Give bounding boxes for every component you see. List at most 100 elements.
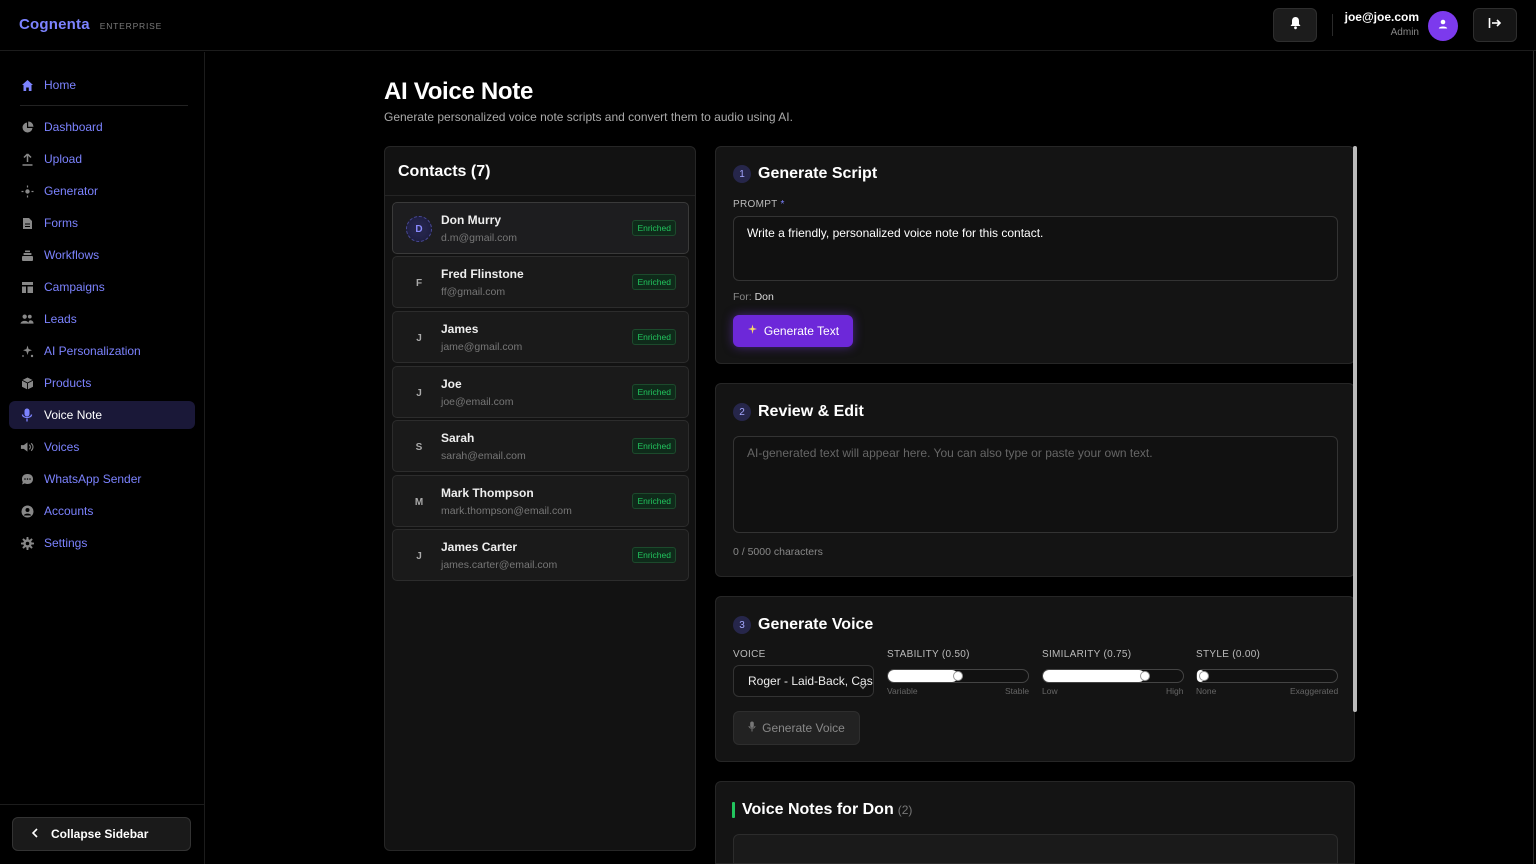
sidebar-item-label: Accounts — [44, 504, 94, 518]
microphone-icon — [20, 408, 34, 422]
contact-item[interactable]: S Sarah sarah@email.com Enriched — [392, 420, 689, 472]
style-min: None — [1196, 686, 1217, 696]
nav-separator — [20, 105, 188, 106]
slider-fill — [1043, 670, 1145, 682]
user-email: joe@joe.com — [1344, 10, 1419, 24]
sidebar-item-voice-note[interactable]: Voice Note — [9, 401, 195, 429]
slider-thumb[interactable] — [1199, 671, 1209, 681]
gear-icon — [20, 536, 34, 550]
contact-email: d.m@gmail.com — [441, 232, 518, 244]
sidebar-item-forms[interactable]: Forms — [9, 209, 195, 237]
voice-note-item[interactable] — [733, 834, 1338, 864]
review-edit-card: 2 Review & Edit AI-generated text will a… — [715, 383, 1355, 577]
sidebar-item-home[interactable]: Home — [9, 71, 195, 99]
sidebar-item-label: Campaigns — [44, 280, 105, 294]
sidebar-item-products[interactable]: Products — [9, 369, 195, 397]
enriched-badge: Enriched — [632, 493, 676, 509]
sidebar-item-voices[interactable]: Voices — [9, 433, 195, 461]
sidebar-item-label: WhatsApp Sender — [44, 472, 142, 486]
step-number: 2 — [733, 403, 751, 421]
generate-voice-card: 3 Generate Voice VOICE Roger - Laid-Back… — [715, 596, 1355, 762]
contact-email: joe@email.com — [441, 396, 514, 408]
contact-avatar: D — [406, 216, 432, 242]
magic-icon — [20, 344, 34, 358]
similarity-label: SIMILARITY (0.75) — [1042, 649, 1132, 660]
character-count: 0 / 5000 characters — [733, 546, 823, 558]
divider — [1332, 14, 1333, 36]
notifications-button[interactable] — [1273, 8, 1317, 42]
contact-item[interactable]: J Joe joe@email.com Enriched — [392, 366, 689, 418]
contact-email: sarah@email.com — [441, 450, 526, 462]
contact-name: Joe — [441, 377, 462, 391]
sidebar-item-whatsapp-sender[interactable]: WhatsApp Sender — [9, 465, 195, 493]
sidebar-item-label: Dashboard — [44, 120, 103, 134]
voice-label: VOICE — [733, 649, 766, 660]
sidebar-item-label: Home — [44, 78, 77, 92]
divider — [1533, 51, 1534, 864]
sidebar-item-generator[interactable]: Generator — [9, 177, 195, 205]
contact-item[interactable]: M Mark Thompson mark.thompson@email.com … — [392, 475, 689, 527]
user-role: Admin — [1390, 27, 1419, 38]
logout-icon — [1488, 16, 1502, 34]
layers-icon — [20, 248, 34, 262]
card-title: Review & Edit — [758, 403, 864, 420]
sidebar-item-ai-personalization[interactable]: AI Personalization — [9, 337, 195, 365]
step-number: 3 — [733, 616, 751, 634]
sidebar-item-settings[interactable]: Settings — [9, 529, 195, 557]
voice-select[interactable]: Roger - Laid-Back, Casual — [733, 665, 874, 697]
sidebar-separator — [0, 804, 205, 805]
sidebar-item-label: Voice Note — [44, 408, 103, 422]
user-icon — [1437, 17, 1449, 35]
brand-name[interactable]: Cognenta — [19, 16, 90, 33]
stability-slider[interactable] — [887, 669, 1029, 683]
brand[interactable]: Cognenta ENTERPRISE — [19, 16, 162, 33]
document-icon — [20, 216, 34, 230]
generate-script-card: 1 Generate Script PROMPT * Write a frien… — [715, 146, 1355, 364]
contact-item[interactable]: J James Carter james.carter@email.com En… — [392, 529, 689, 581]
sidebar-item-workflows[interactable]: Workflows — [9, 241, 195, 269]
sidebar-item-campaigns[interactable]: Campaigns — [9, 273, 195, 301]
sidebar-item-leads[interactable]: Leads — [9, 305, 195, 333]
contact-item[interactable]: D Don Murry d.m@gmail.com Enriched — [392, 202, 689, 254]
for-label: For: — [733, 291, 752, 303]
page-title: AI Voice Note — [384, 78, 534, 105]
contact-name: Sarah — [441, 431, 475, 445]
sidebar-item-upload[interactable]: Upload — [9, 145, 195, 173]
sidebar-item-label: Leads — [44, 312, 77, 326]
slider-thumb[interactable] — [953, 671, 963, 681]
voice-notes-count: (2) — [897, 803, 913, 817]
contact-email: james.carter@email.com — [441, 559, 558, 571]
generate-voice-button[interactable]: Generate Voice — [733, 711, 860, 745]
style-max: Exaggerated — [1290, 686, 1339, 696]
pie-chart-icon — [20, 120, 34, 134]
script-textarea[interactable]: AI-generated text will appear here. You … — [733, 436, 1338, 533]
scrollbar[interactable] — [1353, 146, 1357, 712]
contact-item[interactable]: J James jame@gmail.com Enriched — [392, 311, 689, 363]
contact-avatar: F — [415, 277, 423, 289]
sidebar-item-accounts[interactable]: Accounts — [9, 497, 195, 525]
logout-button[interactable] — [1473, 8, 1517, 42]
contact-item[interactable]: F Fred Flinstone ff@gmail.com Enriched — [392, 256, 689, 308]
sidebar-item-dashboard[interactable]: Dashboard — [9, 113, 195, 141]
contact-email: ff@gmail.com — [441, 286, 506, 298]
collapse-sidebar-button[interactable]: Collapse Sidebar — [12, 817, 191, 851]
contact-name: James Carter — [441, 540, 518, 554]
chat-icon — [20, 472, 34, 486]
enriched-badge: Enriched — [632, 438, 676, 454]
home-icon — [20, 78, 34, 92]
sidebar-item-label: Generator — [44, 184, 99, 198]
style-slider[interactable] — [1196, 669, 1338, 683]
generate-voice-label: Generate Voice — [762, 721, 845, 735]
user-info: joe@joe.com Admin — [1345, 10, 1419, 38]
style-label: STYLE (0.00) — [1196, 649, 1261, 660]
user-avatar[interactable] — [1428, 11, 1458, 41]
similarity-slider[interactable] — [1042, 669, 1184, 683]
prompt-textarea[interactable]: Write a friendly, personalized voice not… — [733, 216, 1338, 281]
slider-thumb[interactable] — [1140, 671, 1150, 681]
step-number: 1 — [733, 165, 751, 183]
divider — [385, 195, 695, 196]
stability-max: Stable — [1005, 686, 1030, 696]
generate-text-button[interactable]: Generate Text — [733, 315, 853, 347]
similarity-min: Low — [1042, 686, 1058, 696]
enriched-badge: Enriched — [632, 384, 676, 400]
